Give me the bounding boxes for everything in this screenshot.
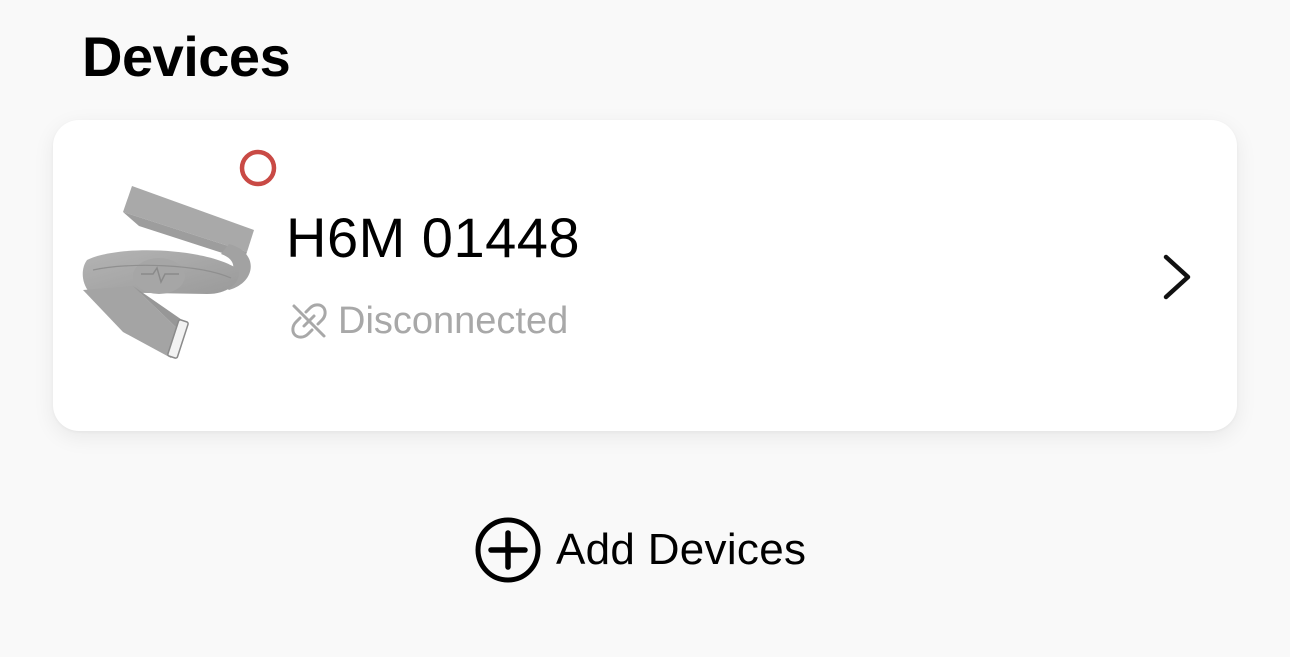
link-off-icon bbox=[291, 303, 327, 339]
device-card[interactable]: H6M 01448 Disconnected bbox=[53, 120, 1237, 431]
heart-rate-strap-image bbox=[82, 186, 254, 359]
chevron-right-icon[interactable] bbox=[1160, 253, 1194, 301]
add-devices-label: Add Devices bbox=[556, 525, 807, 574]
add-devices-button[interactable]: Add Devices bbox=[474, 516, 806, 584]
devices-page: Devices H6M 01448 Disconnected Add Devic… bbox=[0, 0, 1290, 657]
section-title: Devices bbox=[82, 25, 291, 88]
connection-status: Disconnected bbox=[290, 300, 568, 342]
status-text: Disconnected bbox=[338, 300, 569, 342]
status-indicator-icon bbox=[239, 149, 277, 187]
device-name: H6M 01448 bbox=[286, 206, 581, 269]
plus-circle-icon bbox=[475, 517, 541, 583]
